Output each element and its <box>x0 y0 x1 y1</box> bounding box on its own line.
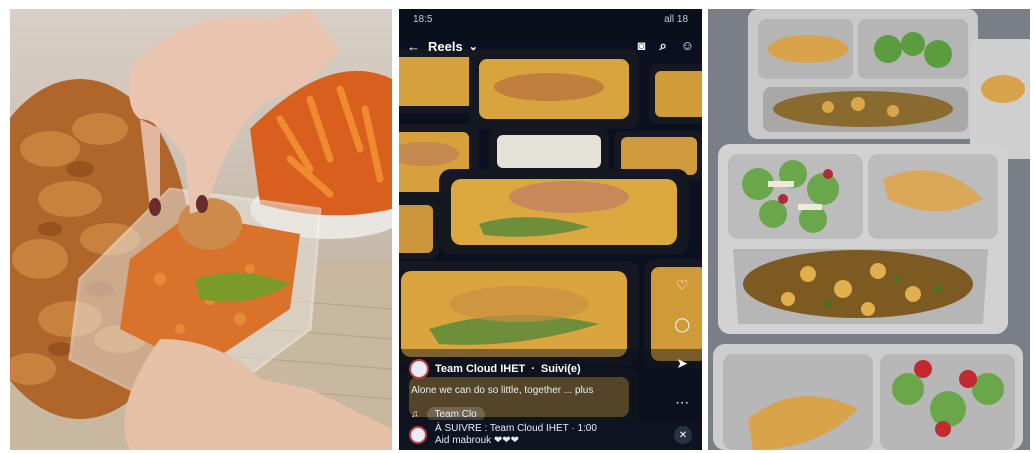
dot-separator: · <box>531 363 535 375</box>
up-next-banner[interactable]: À SUIVRE : Team Cloud IHET · 1:00 Aid ma… <box>399 420 702 450</box>
banner-line-1: À SUIVRE : Team Cloud IHET · 1:00 <box>435 423 597 434</box>
camera-icon[interactable]: ◙ <box>638 38 646 54</box>
phone-status-bar: 18:5 all 18 <box>399 9 702 29</box>
meal-trays-photo <box>399 9 702 450</box>
reel-caption: Alone we can do so little, together ... … <box>411 385 594 396</box>
reel-action-column: ♡ ◯ ➤ ⋯ <box>674 277 690 411</box>
music-icon: ♫ <box>411 409 419 420</box>
photo-panel-left <box>10 9 392 450</box>
account-name[interactable]: Team Cloud IHET <box>435 363 525 375</box>
photo-panel-right <box>708 9 1030 450</box>
comment-icon[interactable]: ◯ <box>674 316 690 333</box>
profile-icon[interactable]: ☺ <box>681 38 694 54</box>
follow-button[interactable]: Suivi(e) <box>541 363 581 375</box>
more-icon[interactable]: ⋯ <box>675 394 689 411</box>
reels-title[interactable]: Reels <box>428 39 463 54</box>
banner-avatar <box>409 426 427 444</box>
banner-line-2: Aid mabrouk ❤❤❤ <box>435 435 520 446</box>
food-prep-photo <box>10 9 392 450</box>
heart-icon[interactable]: ♡ <box>676 277 689 294</box>
status-indicators: all 18 <box>664 13 688 25</box>
status-time: 18:5 <box>413 13 433 25</box>
search-icon[interactable]: ⌕ <box>659 38 666 54</box>
reel-account-row: Team Cloud IHET · Suivi(e) <box>409 359 692 379</box>
chevron-down-icon[interactable]: ⌄ <box>469 40 478 53</box>
foil-trays-photo <box>708 9 1030 450</box>
reels-screenshot-panel: 18:5 all 18 ← Reels ⌄ ◙ ⌕ ☺ ♡ ◯ ➤ ⋯ Team… <box>399 9 702 450</box>
avatar[interactable] <box>409 359 429 379</box>
reels-top-bar: ← Reels ⌄ ◙ ⌕ ☺ <box>407 35 694 57</box>
arrow-left-icon[interactable]: ← <box>407 39 420 54</box>
close-icon[interactable]: ✕ <box>674 426 692 444</box>
